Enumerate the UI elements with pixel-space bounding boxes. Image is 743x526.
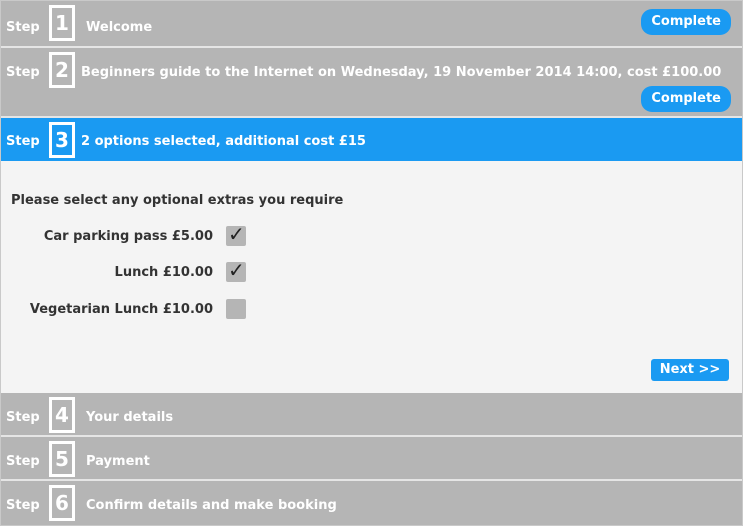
step-4-header[interactable]: Step 4 Your details — [1, 393, 742, 437]
step-1-complete-button[interactable]: Complete — [641, 9, 731, 35]
checkmark-icon: ✓ — [228, 258, 245, 282]
step-2-header[interactable]: Step 2 Beginners guide to the Internet o… — [1, 48, 742, 118]
step-5-word: Step — [6, 454, 40, 469]
step-3-number: 3 — [49, 122, 75, 158]
step-6-title: Confirm details and make booking — [86, 498, 337, 513]
step-3-header[interactable]: Step 3 2 options selected, additional co… — [1, 118, 742, 161]
next-button[interactable]: Next >> — [651, 359, 729, 381]
step-2-complete-button[interactable]: Complete — [641, 86, 731, 112]
step-2-title: Beginners guide to the Internet on Wedne… — [81, 65, 722, 80]
step-5-title: Payment — [86, 454, 150, 469]
step-3-word: Step — [6, 134, 40, 149]
step-4-title: Your details — [86, 410, 174, 425]
option-label-lunch: Lunch £10.00 — [114, 265, 213, 280]
step-3-title: 2 options selected, additional cost £15 — [81, 134, 366, 149]
step-5-number: 5 — [49, 441, 75, 477]
step-4-word: Step — [6, 410, 40, 425]
step-6-number: 6 — [49, 485, 75, 521]
step-1-number: 1 — [49, 5, 75, 41]
option-checkbox-lunch[interactable]: ✓ — [226, 258, 246, 282]
checkmark-icon: ✓ — [228, 222, 245, 246]
instruction-text: Please select any optional extras you re… — [11, 193, 344, 208]
step-6-word: Step — [6, 498, 40, 513]
booking-wizard: Step 1 Welcome Complete Step 2 Beginners… — [0, 0, 743, 526]
step-4-number: 4 — [49, 397, 75, 433]
step-2-number: 2 — [49, 52, 75, 88]
option-checkbox-car-parking[interactable]: ✓ — [226, 222, 246, 246]
optional-extras-panel: Please select any optional extras you re… — [1, 161, 742, 393]
step-6-header[interactable]: Step 6 Confirm details and make booking — [1, 481, 742, 525]
option-label-vegetarian-lunch: Vegetarian Lunch £10.00 — [29, 302, 213, 317]
step-5-header[interactable]: Step 5 Payment — [1, 437, 742, 481]
step-1-word: Step — [6, 20, 40, 35]
option-checkbox-vegetarian-lunch[interactable] — [226, 299, 246, 319]
step-2-word: Step — [6, 65, 40, 80]
option-label-car-parking: Car parking pass £5.00 — [43, 229, 213, 244]
step-1-title: Welcome — [86, 20, 153, 35]
step-1-header[interactable]: Step 1 Welcome Complete — [1, 1, 742, 48]
